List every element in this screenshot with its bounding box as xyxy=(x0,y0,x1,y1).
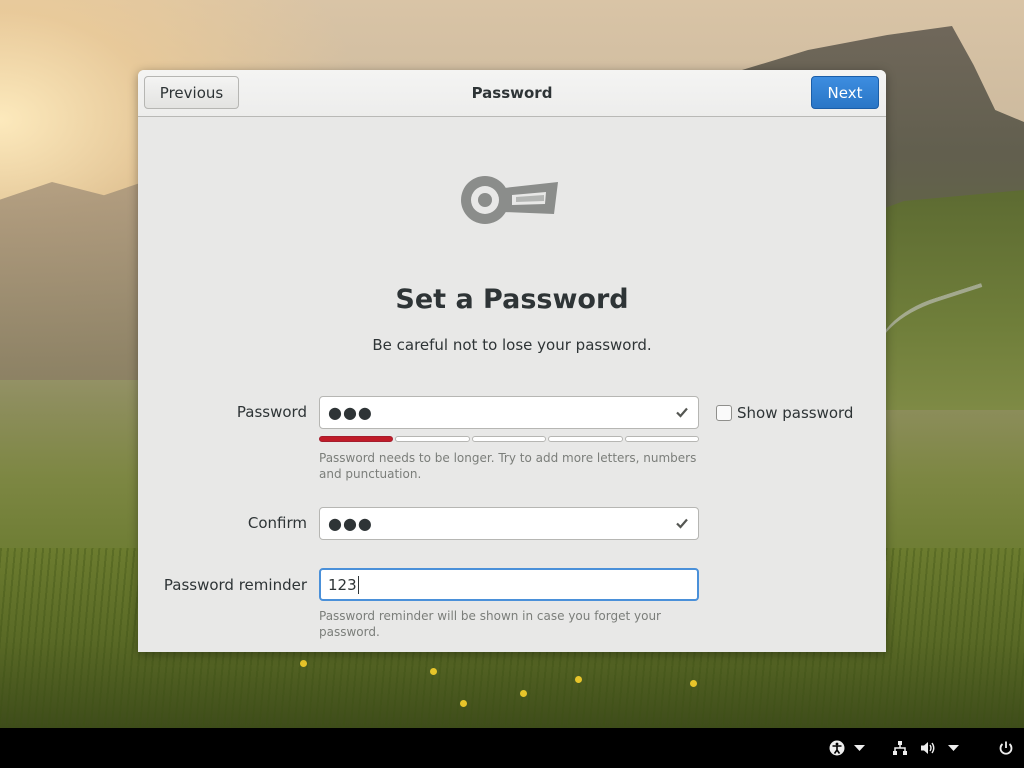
flower xyxy=(575,676,582,683)
reminder-label: Password reminder xyxy=(163,576,307,594)
confirm-field[interactable]: ●●● xyxy=(319,507,699,540)
strength-segment xyxy=(395,436,470,442)
flower xyxy=(690,680,697,687)
chevron-down-icon[interactable] xyxy=(854,745,865,752)
flower xyxy=(300,660,307,667)
password-strength-bar xyxy=(319,436,700,442)
next-button[interactable]: Next xyxy=(811,76,879,109)
key-icon xyxy=(461,176,558,224)
text-cursor xyxy=(357,575,359,594)
chevron-down-icon[interactable] xyxy=(948,745,959,752)
window-title: Password xyxy=(471,84,553,102)
strength-segment xyxy=(319,436,394,442)
header-bar: Previous Password Next xyxy=(138,70,886,117)
reminder-field[interactable]: 123 xyxy=(319,568,699,601)
flower xyxy=(460,700,467,707)
strength-segment xyxy=(548,436,623,442)
page-subtitle: Be careful not to lose your password. xyxy=(372,336,652,354)
strength-segment xyxy=(624,436,700,442)
system-panel xyxy=(0,728,1024,768)
confirm-value: ●●● xyxy=(328,514,373,533)
flower xyxy=(430,668,437,675)
password-field[interactable]: ●●● xyxy=(319,396,699,429)
power-icon[interactable] xyxy=(998,740,1014,756)
network-icon[interactable] xyxy=(892,740,908,756)
setup-dialog: Previous Password Next Set a Password Be… xyxy=(138,70,886,652)
page-heading: Set a Password xyxy=(395,284,629,315)
show-password-checkbox[interactable] xyxy=(716,405,732,421)
password-strength-hint: Password needs to be longer. Try to add … xyxy=(319,451,697,481)
confirm-label: Confirm xyxy=(247,514,307,532)
checkmark-icon xyxy=(676,518,688,529)
show-password-label: Show password xyxy=(737,404,854,422)
accessibility-icon[interactable] xyxy=(829,740,845,756)
password-value: ●●● xyxy=(328,403,373,422)
flower xyxy=(520,690,527,697)
checkmark-icon xyxy=(676,407,688,418)
reminder-value: 123 xyxy=(328,575,357,594)
password-label: Password xyxy=(236,403,307,421)
show-password-toggle[interactable]: Show password xyxy=(716,404,853,422)
reminder-hint: Password reminder will be shown in case … xyxy=(319,609,661,639)
strength-segment xyxy=(471,436,547,442)
volume-icon[interactable] xyxy=(920,740,936,756)
